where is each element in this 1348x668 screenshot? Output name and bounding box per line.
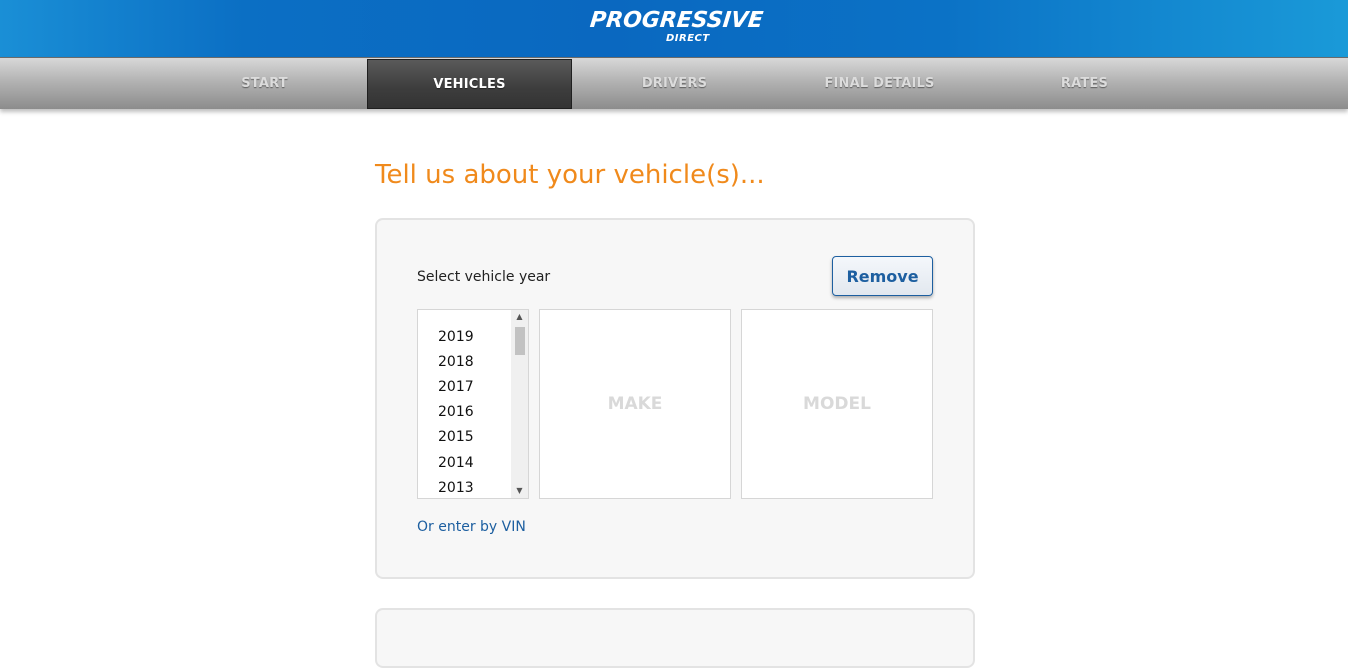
scroll-down-arrow-icon[interactable]: ▼ [511, 484, 528, 498]
year-option[interactable]: 2013 [438, 480, 474, 496]
nav-step-start[interactable]: START [162, 58, 367, 108]
progressive-logo[interactable]: PROGRESSIVE ® DIRECT [588, 8, 765, 50]
site-header: PROGRESSIVE ® DIRECT [0, 0, 1348, 57]
nav-step-vehicles[interactable]: VEHICLES [367, 59, 572, 109]
registered-mark: ® [752, 12, 758, 19]
vehicle-make-list[interactable]: MAKE [539, 309, 731, 499]
year-option[interactable]: 2014 [438, 455, 474, 471]
year-option[interactable]: 2019 [438, 329, 474, 345]
vehicle-year-list[interactable]: 2019 2018 2017 2016 2015 2014 2013 ▲ ▼ [417, 309, 529, 499]
nav-step-drivers[interactable]: DRIVERS [572, 58, 777, 108]
page-title: Tell us about your vehicle(s)... [375, 160, 765, 190]
scroll-up-arrow-icon[interactable]: ▲ [511, 310, 528, 324]
vehicle-year-label: Select vehicle year [417, 269, 551, 285]
logo-wordmark: PROGRESSIVE [588, 8, 765, 33]
next-vehicle-card [375, 608, 975, 668]
logo-subtitle: DIRECT [666, 33, 710, 44]
nav-step-final-details[interactable]: FINAL DETAILS [777, 58, 982, 108]
scroll-thumb[interactable] [515, 327, 525, 355]
year-option[interactable]: 2018 [438, 354, 474, 370]
enter-by-vin-link[interactable]: Or enter by VIN [417, 519, 526, 535]
year-option[interactable]: 2017 [438, 379, 474, 395]
remove-vehicle-button[interactable]: Remove [832, 256, 933, 296]
progress-nav: START VEHICLES DRIVERS FINAL DETAILS RAT… [0, 57, 1348, 109]
year-list-scrollbar[interactable]: ▲ ▼ [511, 310, 528, 498]
nav-step-rates[interactable]: RATES [982, 58, 1187, 108]
vehicle-model-list[interactable]: MODEL [741, 309, 933, 499]
year-option[interactable]: 2015 [438, 429, 474, 445]
year-option[interactable]: 2016 [438, 404, 474, 420]
